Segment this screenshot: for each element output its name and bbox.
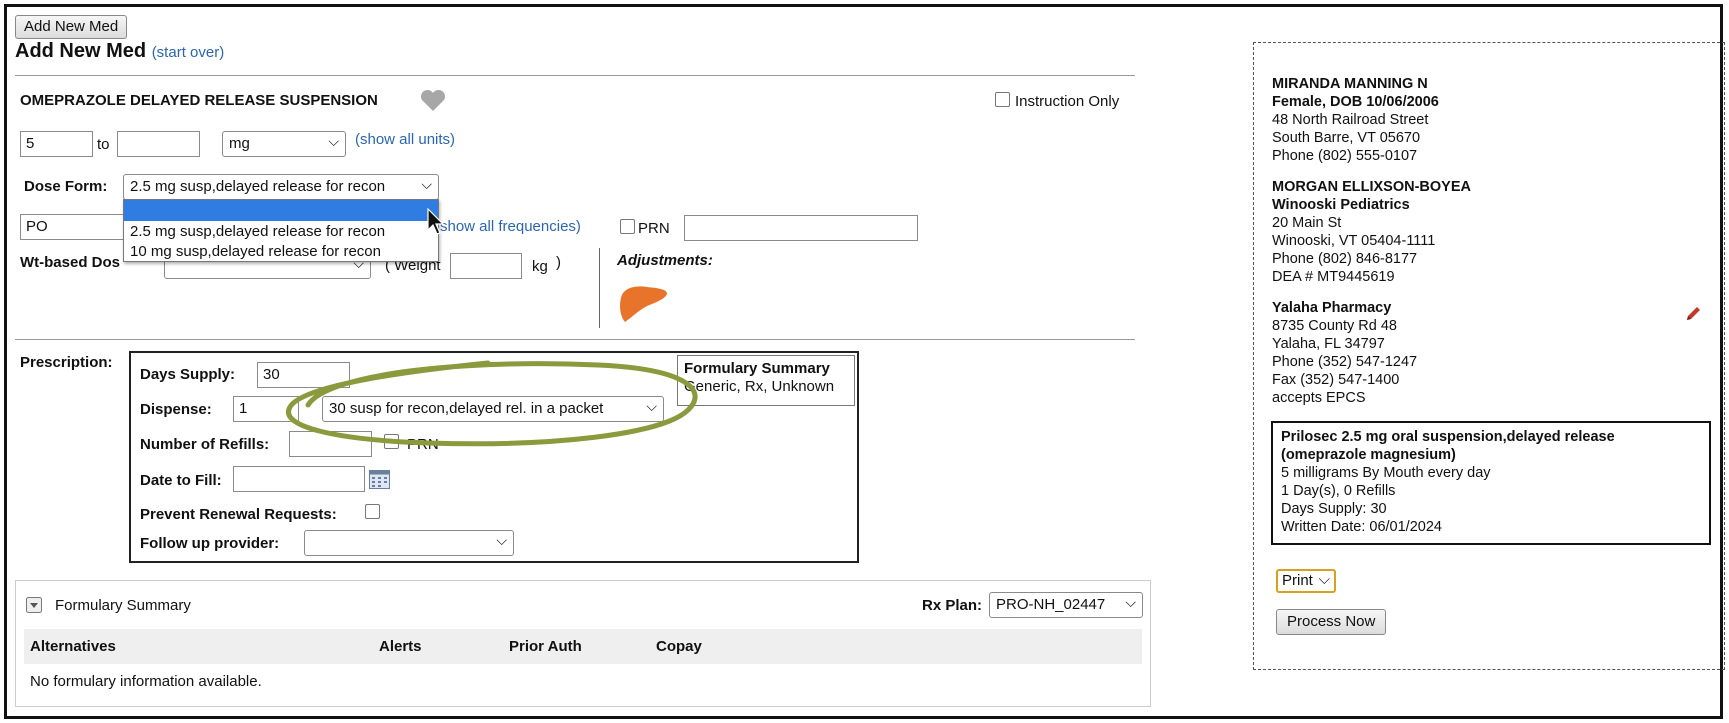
dose-form-dropdown: 2.5 mg susp,delayed release for recon 10… [123, 199, 439, 262]
collapse-toggle-icon[interactable] [26, 597, 42, 613]
edit-pencil-icon[interactable] [1684, 305, 1702, 323]
start-over-link[interactable]: (start over) [152, 44, 225, 61]
adjustments-label: Adjustments: [617, 252, 713, 269]
formulary-table-header [24, 629, 1142, 664]
calendar-icon[interactable] [369, 470, 390, 489]
instruction-only-checkbox[interactable] [995, 92, 1010, 107]
show-all-frequencies-link[interactable]: show all frequencies) [440, 218, 581, 235]
rx-summary-generic: (omeprazole magnesium) [1281, 447, 1456, 463]
show-all-units-link[interactable]: (show all units) [355, 131, 455, 148]
med-name: OMEPRAZOLE DELAYED RELEASE SUSPENSION [20, 92, 378, 109]
prescription-label: Prescription: [20, 354, 113, 371]
prescriber-phone: Phone (802) 846-8177 [1272, 251, 1418, 267]
empty-message: No formulary information available. [30, 673, 262, 690]
rx-summary-written-date: Written Date: 06/01/2024 [1281, 519, 1442, 535]
rx-plan-label: Rx Plan: [922, 597, 983, 614]
prescriber-address-line1: 20 Main St [1272, 215, 1342, 231]
wt-based-label: Wt-based Dos [20, 254, 121, 271]
dose-from-input[interactable]: 5 [20, 131, 93, 157]
divider [15, 75, 1135, 76]
formulary-summary-value: Generic, Rx, Unknown [684, 378, 835, 395]
dropdown-highlighted-option[interactable] [124, 200, 438, 221]
dropdown-option[interactable]: 10 mg susp,delayed release for recon [124, 243, 438, 261]
rx-summary-days-refills: 1 Day(s), 0 Refills [1281, 483, 1396, 499]
dose-form-select[interactable]: 2.5 mg susp,delayed release for recon ⌵ [123, 174, 439, 200]
patient-phone: Phone (802) 555-0107 [1272, 148, 1418, 164]
prevent-renewal-checkbox[interactable] [365, 504, 380, 519]
patient-info: MIRANDA MANNING N Female, DOB 10/06/2006… [1272, 75, 1439, 165]
print-select-value: Print [1282, 572, 1313, 589]
close-paren: ) [556, 254, 561, 271]
prescriber-dea: DEA # MT9445619 [1272, 269, 1395, 285]
prn-reason-input[interactable] [684, 215, 918, 241]
divider [15, 339, 1135, 340]
column-header-prior-auth: Prior Auth [509, 638, 582, 655]
summary-panel: MIRANDA MANNING N Female, DOB 10/06/2006… [1253, 42, 1725, 670]
pharmacy-address-line1: 8735 County Rd 48 [1272, 318, 1397, 334]
page-title: Add New Med (start over) [15, 40, 224, 63]
formulary-summary-title: Formulary Summary [684, 360, 830, 377]
chevron-down-icon: ⌵ [1125, 594, 1136, 610]
follow-up-select[interactable]: ⌵ [304, 530, 514, 556]
add-new-med-button[interactable]: Add New Med [15, 15, 128, 39]
pharmacy-address-line2: Yalaha, FL 34797 [1272, 336, 1385, 352]
process-now-button[interactable]: Process Now [1276, 609, 1387, 635]
days-supply-label: Days Supply: [140, 366, 236, 383]
prescriber-address-line2: Winooski, VT 05404-1111 [1272, 233, 1436, 249]
prescriber-name: MORGAN ELLIXSON-BOYEA [1272, 179, 1471, 195]
rx-summary-box: Prilosec 2.5 mg oral suspension,delayed … [1271, 421, 1711, 545]
prevent-renewal-label: Prevent Renewal Requests: [140, 506, 337, 523]
formulary-section-title: Formulary Summary [55, 597, 191, 614]
rx-plan-select[interactable]: PRO-NH_02447 ⌵ [989, 592, 1143, 618]
date-to-fill-label: Date to Fill: [140, 472, 222, 489]
dose-form-value: 2.5 mg susp,delayed release for recon [130, 178, 386, 195]
prescriber-practice: Winooski Pediatrics [1272, 197, 1410, 213]
print-select[interactable]: Print ⌵ [1276, 569, 1336, 593]
pharmacy-note: accepts EPCS [1272, 390, 1366, 406]
patient-name: MIRANDA MANNING N [1272, 76, 1428, 92]
dose-unit-select[interactable]: mg ⌵ [222, 131, 346, 157]
prescriber-info: MORGAN ELLIXSON-BOYEA Winooski Pediatric… [1272, 178, 1471, 286]
column-header-alerts: Alerts [379, 638, 422, 655]
highlight-ellipse-annotation [286, 360, 698, 447]
rx-summary-drug: Prilosec 2.5 mg oral suspension,delayed … [1281, 429, 1615, 445]
dose-to-input[interactable] [117, 131, 200, 157]
weight-input[interactable] [450, 253, 522, 279]
dose-form-label: Dose Form: [24, 178, 108, 195]
vertical-divider [599, 248, 600, 328]
refills-label: Number of Refills: [140, 436, 270, 453]
chevron-down-icon: ⌵ [328, 133, 339, 149]
column-header-alternatives: Alternatives [30, 638, 116, 655]
column-header-copay: Copay [656, 638, 702, 655]
mouse-cursor-icon [427, 208, 445, 235]
liver-icon[interactable] [617, 284, 669, 324]
patient-sex-dob: Female, DOB 10/06/2006 [1272, 94, 1439, 110]
dropdown-option[interactable]: 2.5 mg susp,delayed release for recon [124, 221, 438, 243]
dose-to-label: to [97, 136, 110, 153]
prn-label: PRN [638, 220, 670, 237]
rx-plan-value: PRO-NH_02447 [996, 596, 1106, 613]
weight-unit: kg [532, 258, 548, 275]
date-to-fill-input[interactable] [233, 466, 365, 492]
page-title-text: Add New Med [15, 40, 147, 62]
favorite-heart-icon[interactable] [419, 89, 447, 113]
pharmacy-phone: Phone (352) 547-1247 [1272, 354, 1418, 370]
dose-unit-value: mg [229, 135, 250, 152]
chevron-down-icon: ⌵ [1318, 571, 1330, 588]
pharmacy-name: Yalaha Pharmacy [1272, 300, 1392, 316]
pharmacy-fax: Fax (352) 547-1400 [1272, 372, 1400, 388]
prn-checkbox[interactable] [620, 219, 635, 234]
patient-address-line1: 48 North Railroad Street [1272, 112, 1429, 128]
dispense-label: Dispense: [140, 401, 212, 418]
chevron-down-icon: ⌵ [496, 532, 507, 548]
rx-summary-days-supply: Days Supply: 30 [1281, 501, 1387, 517]
rx-summary-sig: 5 milligrams By Mouth every day [1281, 465, 1491, 481]
patient-address-line2: South Barre, VT 05670 [1272, 130, 1421, 146]
follow-up-label: Follow up provider: [140, 535, 280, 552]
chevron-down-icon: ⌵ [421, 176, 432, 192]
instruction-only-label: Instruction Only [1015, 93, 1120, 110]
pharmacy-info: Yalaha Pharmacy 8735 County Rd 48 Yalaha… [1272, 299, 1417, 407]
